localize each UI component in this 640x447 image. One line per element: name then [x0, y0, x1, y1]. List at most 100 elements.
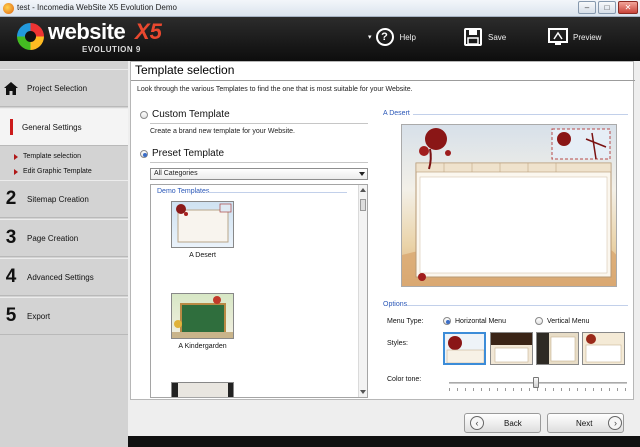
step-label: Advanced Settings — [27, 272, 94, 282]
back-button[interactable]: ‹ Back — [464, 413, 541, 433]
logo-mark: X5 — [135, 19, 162, 44]
next-button[interactable]: Next › — [547, 413, 624, 433]
intro-text: Look through the various Templates to fi… — [137, 86, 413, 93]
template-panel: Template selection Look through the vari… — [130, 61, 635, 400]
maximize-button[interactable]: □ — [598, 1, 616, 14]
step-number: 4 — [5, 266, 17, 287]
list-scrollbar[interactable] — [358, 185, 367, 397]
preview-label: Preview — [573, 32, 602, 42]
window-title: test - Incomedia WebSite X5 Evolution De… — [17, 3, 177, 12]
radio-icon — [140, 110, 148, 119]
logo-icon — [17, 23, 44, 50]
active-marker — [10, 119, 13, 135]
close-button[interactable]: ✕ — [618, 1, 638, 14]
options-label: Options — [383, 301, 408, 308]
help-icon: ? — [375, 27, 395, 47]
preview-button[interactable]: Preview — [548, 26, 601, 48]
step-advanced-settings[interactable]: 4 Advanced Settings — [0, 258, 128, 296]
subitem-label: Template selection — [23, 153, 81, 160]
chevron-down-icon — [359, 172, 365, 176]
color-tone-label: Color tone: — [387, 376, 422, 383]
help-button[interactable]: ▾ ? Help — [368, 26, 416, 48]
template-label: A Desert — [189, 252, 216, 259]
preview-icon — [548, 27, 568, 47]
radio-selected-icon — [140, 149, 148, 158]
home-icon — [0, 81, 22, 95]
subitem-edit-graphic-template[interactable]: Edit Graphic Template — [14, 168, 92, 175]
app-header: website X5 EVOLUTION 9 ▾ ? Help Save Pre… — [0, 17, 640, 61]
step-page-creation[interactable]: 3 Page Creation — [0, 219, 128, 257]
back-label: Back — [504, 418, 522, 428]
arrow-left-icon: ‹ — [470, 416, 484, 430]
step-general-settings[interactable]: General Settings — [0, 108, 136, 146]
options-divider — [407, 305, 628, 306]
subitem-template-selection[interactable]: Template selection — [14, 153, 81, 160]
group-divider — [207, 192, 347, 193]
steps-sidebar: Project Selection General Settings Templ… — [0, 61, 136, 447]
step-number: 3 — [5, 227, 17, 248]
style-option-1[interactable] — [443, 332, 486, 365]
group-label: Demo Templates — [157, 188, 210, 195]
slider-ticks — [449, 388, 627, 391]
preset-template-label: Preset Template — [152, 148, 225, 159]
window-titlebar: test - Incomedia WebSite X5 Evolution De… — [0, 0, 640, 17]
logo-edition: EVOLUTION 9 — [82, 45, 141, 54]
logo-word: website — [48, 19, 126, 44]
save-button[interactable]: Save — [463, 26, 506, 48]
preview-divider — [413, 114, 628, 115]
custom-template-desc: Create a brand new template for your Web… — [150, 128, 296, 135]
horizontal-menu-label: Horizontal Menu — [455, 317, 506, 325]
horizontal-menu-radio[interactable]: Horizontal Menu — [443, 317, 506, 325]
preview-label: A Desert — [383, 110, 410, 117]
vertical-menu-radio[interactable]: Vertical Menu — [535, 317, 589, 325]
custom-template-radio[interactable]: Custom Template — [140, 109, 230, 120]
step-label: Sitemap Creation — [27, 194, 89, 204]
dropdown-arrow-icon: ▾ — [368, 34, 372, 41]
scroll-down-icon[interactable] — [360, 390, 366, 394]
template-thumb-partial[interactable] — [171, 382, 234, 397]
style-option-2[interactable] — [490, 332, 533, 365]
step-sitemap-creation[interactable]: 2 Sitemap Creation — [0, 180, 128, 218]
category-value: All Categories — [154, 170, 198, 177]
scroll-up-icon[interactable] — [360, 188, 366, 192]
style-option-4[interactable] — [582, 332, 625, 365]
template-list[interactable]: Demo Templates A Desert A Kindergarden — [150, 184, 368, 398]
page-title: Template selection — [135, 63, 235, 77]
step-number: 2 — [5, 188, 17, 209]
help-label: Help — [399, 32, 416, 42]
save-icon — [463, 27, 483, 47]
next-label: Next — [576, 418, 593, 428]
template-preview — [401, 124, 617, 287]
slider-thumb[interactable] — [533, 377, 540, 388]
menu-type-label: Menu Type: — [387, 318, 424, 325]
radio-icon — [535, 317, 543, 325]
template-thumb-desert[interactable] — [171, 201, 234, 248]
minimize-button[interactable]: – — [578, 1, 596, 14]
app-icon — [3, 3, 14, 14]
category-select[interactable]: All Categories — [150, 168, 368, 180]
subitem-label: Edit Graphic Template — [23, 168, 92, 175]
arrow-right-icon: › — [608, 416, 623, 430]
template-label: A Kindergarden — [178, 343, 227, 350]
step-export[interactable]: 5 Export — [0, 297, 128, 335]
template-thumb-kindergarden[interactable] — [171, 293, 234, 339]
step-label: Project Selection — [27, 83, 88, 93]
title-divider — [131, 80, 635, 81]
scroll-thumb[interactable] — [360, 199, 366, 211]
styles-label: Styles: — [387, 340, 409, 347]
step-label: General Settings — [22, 122, 82, 132]
main-area: Template selection Look through the vari… — [128, 61, 640, 447]
vertical-menu-label: Vertical Menu — [547, 317, 590, 325]
style-option-3[interactable] — [536, 332, 579, 365]
step-number: 5 — [5, 305, 17, 326]
divider — [150, 123, 368, 124]
step-label: Page Creation — [27, 233, 79, 243]
bullet-arrow-icon — [14, 168, 18, 175]
bottom-strip — [128, 436, 640, 447]
save-label: Save — [488, 32, 507, 42]
preset-template-radio[interactable]: Preset Template — [140, 148, 224, 159]
bullet-arrow-icon — [14, 153, 18, 160]
step-label: Export — [27, 311, 51, 321]
radio-selected-icon — [443, 317, 451, 325]
step-project-selection[interactable]: Project Selection — [0, 69, 128, 107]
